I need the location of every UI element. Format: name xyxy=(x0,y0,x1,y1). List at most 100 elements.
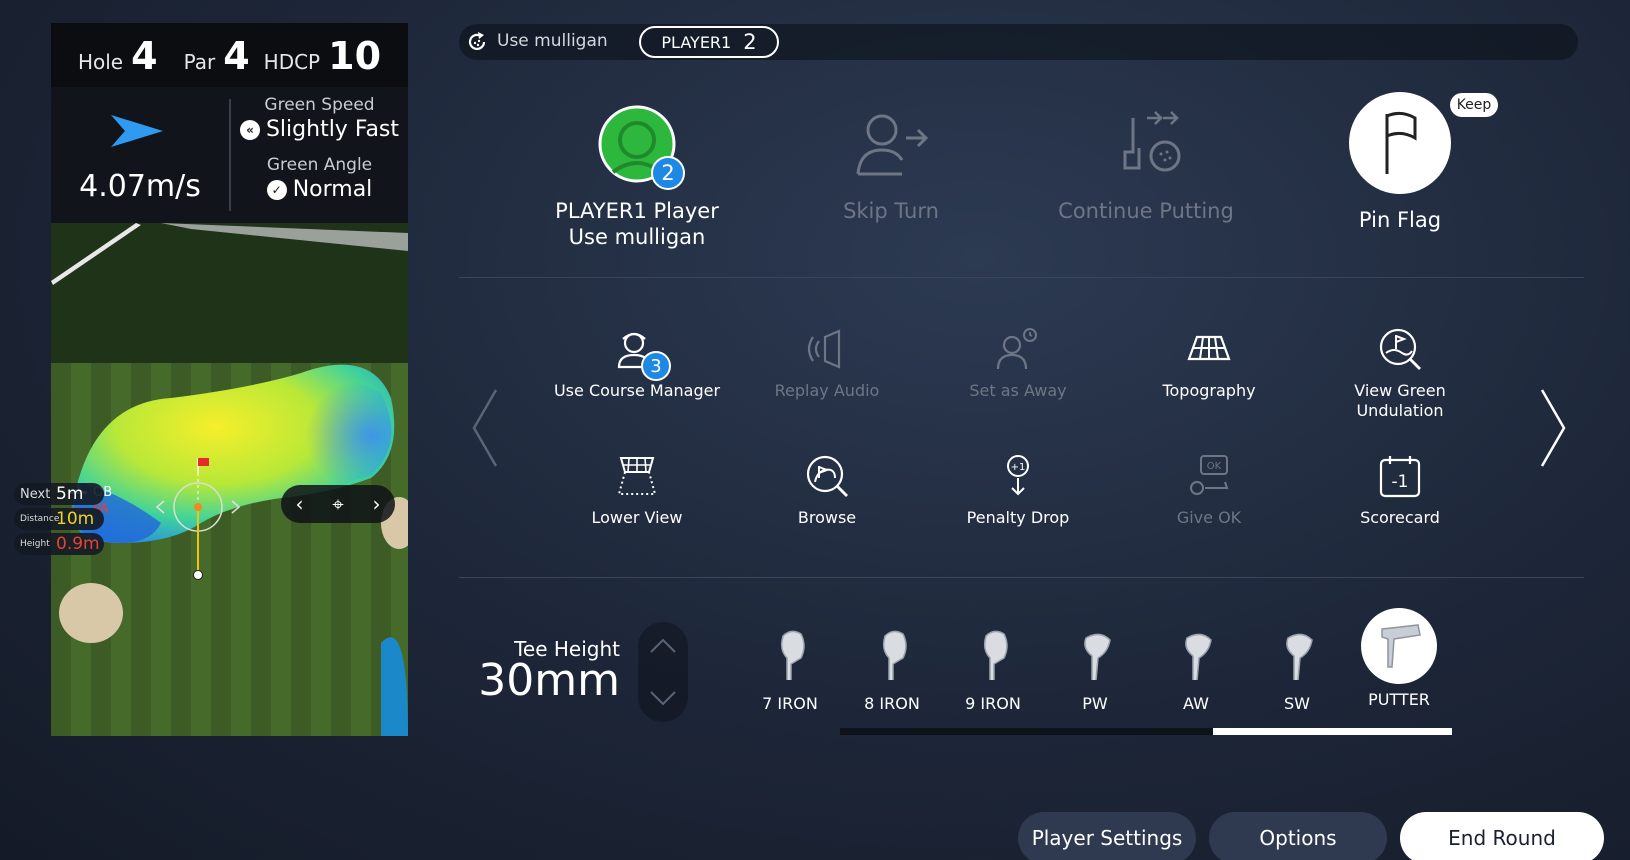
skip-turn-label: Skip Turn xyxy=(843,199,939,223)
club-9-iron[interactable]: 9 IRON xyxy=(948,628,1038,713)
view-green-undulation-button[interactable]: View Green Undulation xyxy=(1305,327,1495,421)
continue-putting-label: Continue Putting xyxy=(1058,199,1234,223)
course-manager-label: Use Course Manager xyxy=(553,381,721,400)
penalty-drop-button[interactable]: +1 Penalty Drop xyxy=(923,454,1113,528)
iron-club-icon xyxy=(983,630,1008,680)
height-value: 0.9m xyxy=(56,534,100,554)
skip-turn-icon xyxy=(856,114,929,176)
give-ok-label: Give OK xyxy=(1176,508,1242,527)
hole-label: Hole xyxy=(77,50,124,74)
club-label: PW xyxy=(1082,694,1108,713)
club-8-iron[interactable]: 8 IRON xyxy=(847,628,937,713)
chevron-left-icon xyxy=(472,389,498,467)
tee-height-value: 30mm xyxy=(478,655,620,706)
course-manager-badge: 3 xyxy=(641,351,671,381)
club-aw[interactable]: AW xyxy=(1151,628,1241,713)
distance-info: Next 5m Distance 10m Height 0.9m xyxy=(14,483,104,558)
iron-club-icon xyxy=(882,630,907,680)
par-label: Par xyxy=(183,50,216,74)
height-row: Height 0.9m xyxy=(14,533,104,555)
club-label: 9 IRON xyxy=(965,694,1021,713)
club-putter-selected[interactable]: PUTTER xyxy=(1354,607,1444,709)
topography-button[interactable]: Topography xyxy=(1114,327,1304,401)
map-prev-button[interactable]: ‹ xyxy=(295,492,303,516)
continue-putting-button[interactable]: Continue Putting xyxy=(1026,104,1266,224)
map-center-button[interactable]: ⌖ xyxy=(332,492,343,516)
pin-flag-icon xyxy=(1349,92,1451,194)
club-label: PUTTER xyxy=(1368,690,1430,709)
green-topography-map[interactable] xyxy=(51,223,408,736)
lower-view-button[interactable]: Lower View xyxy=(542,454,732,528)
browse-magnifier-icon xyxy=(806,455,848,497)
height-label: Height xyxy=(20,539,50,549)
topography-grid-icon xyxy=(1187,335,1231,361)
penalty-drop-icon: +1 xyxy=(1007,455,1029,496)
skip-turn-button[interactable]: Skip Turn xyxy=(771,104,1011,224)
give-ok-button[interactable]: OK Give OK xyxy=(1114,454,1304,528)
browse-label: Browse xyxy=(797,508,857,527)
green-undulation-label-2: Undulation xyxy=(1356,401,1444,420)
tee-up-icon[interactable] xyxy=(650,638,676,653)
green-angle-text: Normal xyxy=(292,177,373,202)
distance-value: 10m xyxy=(56,509,95,529)
options-button[interactable]: Options xyxy=(1209,812,1387,860)
green-speed-text: Slightly Fast xyxy=(265,117,400,142)
putter-club-icon xyxy=(1361,608,1437,684)
section-divider xyxy=(459,577,1584,578)
browse-button[interactable]: Browse xyxy=(732,454,922,528)
replay-audio-button[interactable]: Replay Audio xyxy=(732,327,922,401)
iron-club-icon xyxy=(780,630,805,680)
green-undulation-label-1: View Green xyxy=(1354,381,1446,400)
mulligan-bar: Use mulligan PLAYER1 2 xyxy=(459,24,1578,60)
green-speed-value: « Slightly Fast xyxy=(231,117,408,142)
next-distance-row: Next 5m xyxy=(14,483,104,505)
svg-text:-1: -1 xyxy=(1392,472,1409,492)
use-course-manager-button[interactable]: 3 Use Course Manager xyxy=(542,327,732,401)
wind-direction-icon xyxy=(111,115,163,147)
club-pw[interactable]: PW xyxy=(1050,628,1140,713)
tee-down-icon[interactable] xyxy=(650,691,676,706)
set-as-away-button[interactable]: Set as Away xyxy=(923,327,1113,401)
mulligan-label: Use mulligan xyxy=(497,31,608,51)
wedge-club-icon xyxy=(1084,633,1111,681)
club-scroll-thumb[interactable] xyxy=(1213,728,1452,735)
player-mulligan-chip[interactable]: PLAYER1 2 xyxy=(639,26,779,58)
check-icon: ✓ xyxy=(266,179,287,200)
lower-view-label: Lower View xyxy=(591,508,683,527)
club-sw[interactable]: SW xyxy=(1252,628,1342,713)
scorecard-button[interactable]: -1 Scorecard xyxy=(1305,454,1495,528)
set-as-away-label: Set as Away xyxy=(969,381,1067,400)
mulligan-refresh-icon xyxy=(468,32,486,51)
fast-forward-icon: « xyxy=(239,119,260,140)
club-label: 8 IRON xyxy=(864,694,920,713)
player-mulligan-badge: 2 xyxy=(651,156,685,190)
tools-next-button[interactable] xyxy=(1538,388,1568,468)
green-angle-label: Green Angle xyxy=(266,155,373,175)
tools-prev-button[interactable] xyxy=(470,388,500,468)
par-number: 4 xyxy=(223,34,250,78)
map-navigation: ‹ ⌖ › xyxy=(281,485,395,523)
map-next-button[interactable]: › xyxy=(373,492,381,516)
next-value: 5m xyxy=(56,484,84,504)
club-7-iron[interactable]: 7 IRON xyxy=(745,628,835,713)
club-label: 7 IRON xyxy=(762,694,818,713)
wedge-club-icon xyxy=(1185,633,1212,681)
distance-row: Distance 10m xyxy=(14,508,104,530)
svg-text:OK: OK xyxy=(1207,461,1222,472)
hdcp-number: 10 xyxy=(328,34,382,78)
tee-stepper-arrows xyxy=(650,638,676,706)
green-undulation-icon xyxy=(1379,328,1421,370)
distance-label: Distance xyxy=(20,514,60,524)
scorecard-icon: -1 xyxy=(1379,456,1421,498)
next-label: Next xyxy=(20,486,51,502)
give-ok-icon: OK xyxy=(1190,455,1229,495)
section-divider xyxy=(459,277,1584,278)
use-mulligan-player-button[interactable]: 2 PLAYER1 Player Use mulligan xyxy=(517,104,757,250)
hole-info-bar: Hole 4 Par 4 HDCP 10 xyxy=(51,23,408,87)
player-settings-button[interactable]: Player Settings xyxy=(1018,812,1196,860)
lower-view-icon xyxy=(617,457,657,495)
player-chip-count: 2 xyxy=(743,30,757,54)
replay-audio-icon xyxy=(807,329,841,369)
end-round-button[interactable]: End Round xyxy=(1400,812,1604,860)
penalty-drop-label: Penalty Drop xyxy=(966,508,1070,527)
